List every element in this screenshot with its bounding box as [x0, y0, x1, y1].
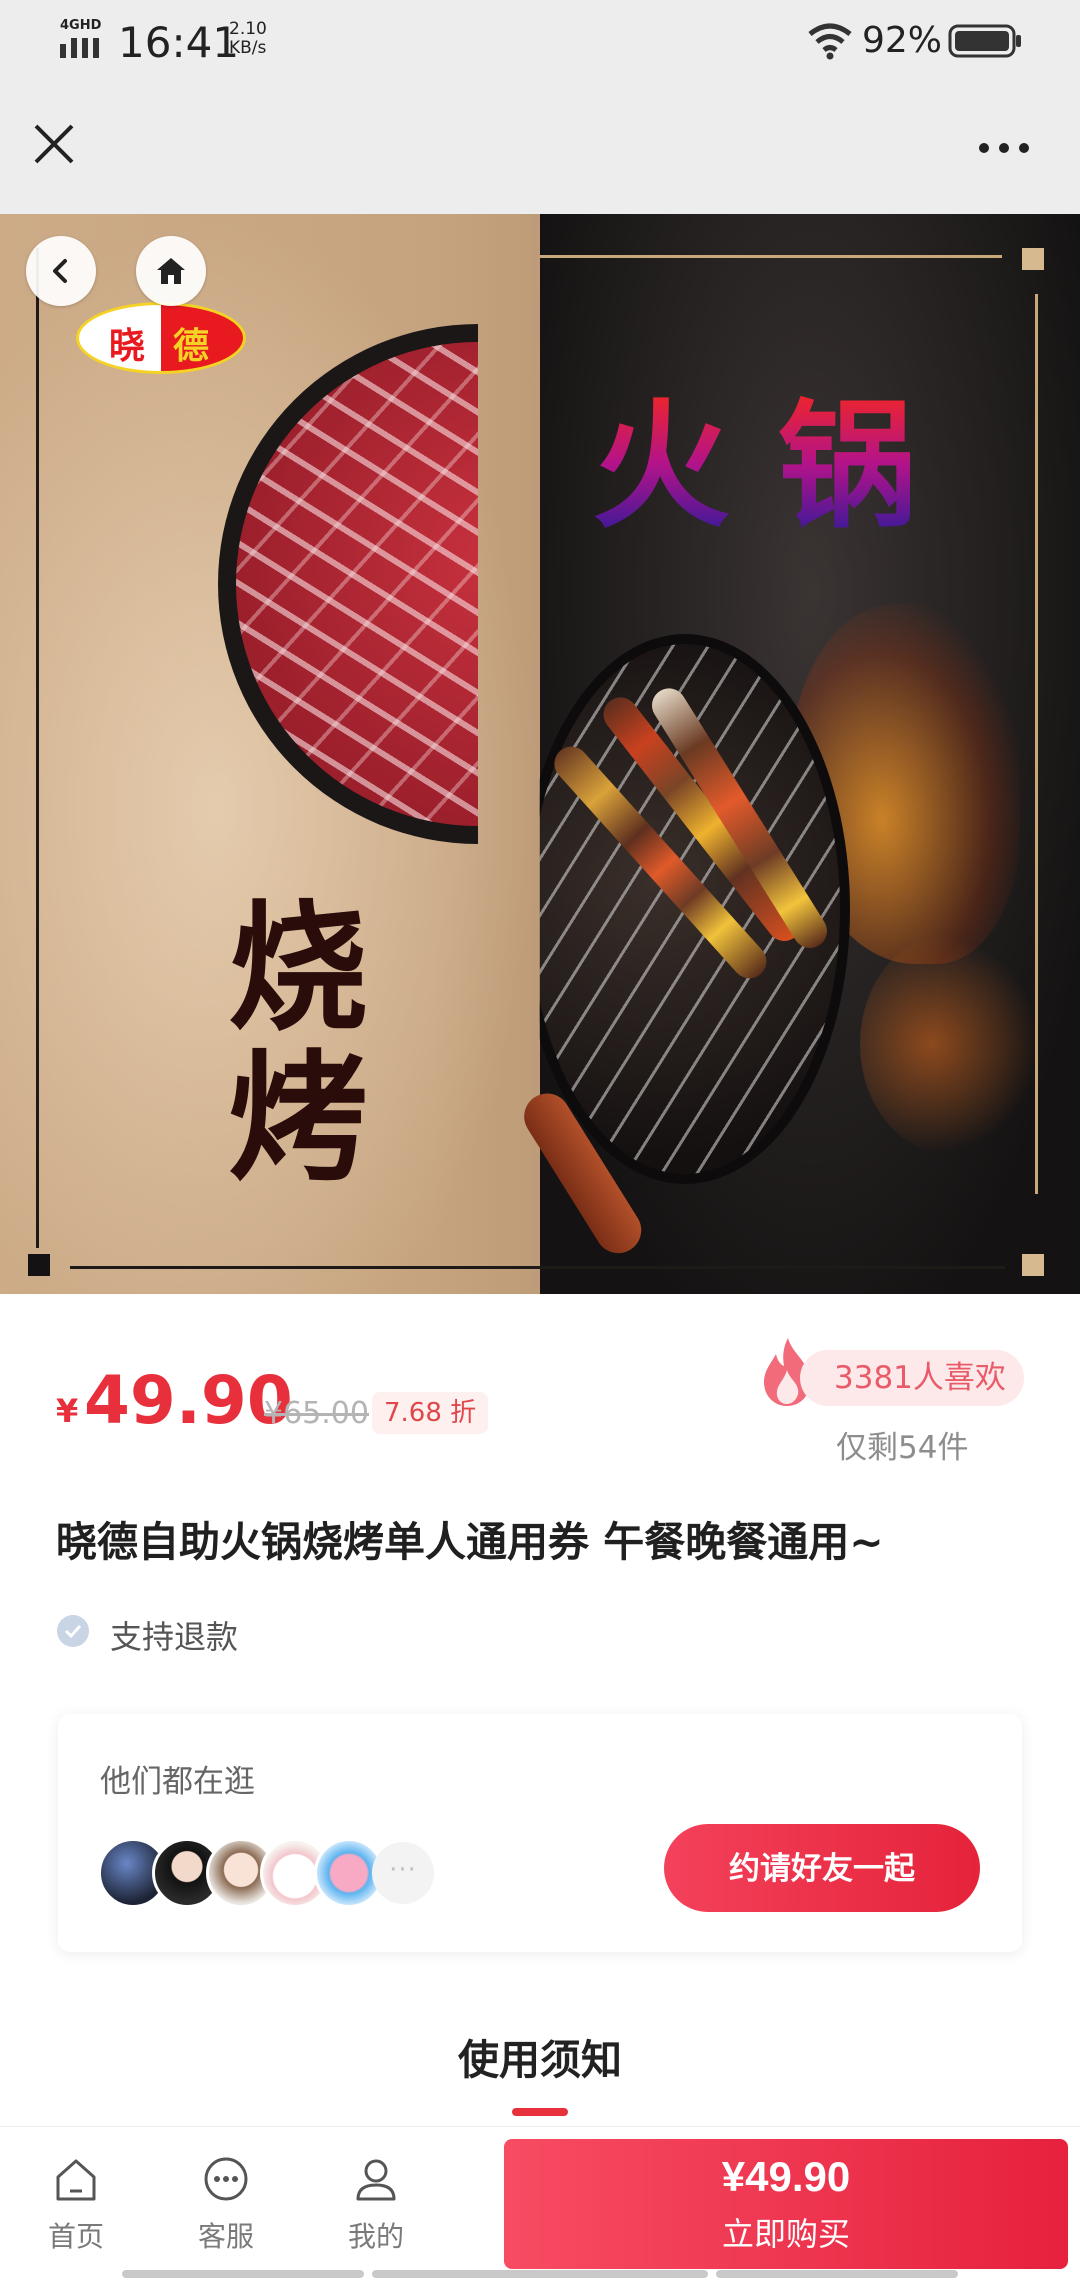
social-card: 他们都在逛 ··· 约请好友一起 [58, 1714, 1022, 1952]
nav-customer-service[interactable]: 客服 [176, 2153, 276, 2263]
buy-now-button[interactable]: ¥49.90 立即购买 [504, 2139, 1068, 2269]
more-avatars-indicator: ··· [372, 1842, 434, 1904]
buy-button-price: ¥49.90 [721, 2153, 851, 2200]
product-hero-image: 晓 德 火锅 烧烤 [0, 214, 1080, 1294]
likes-count: 3381人喜欢 [800, 1350, 1024, 1406]
invite-friends-button[interactable]: 约请好友一起 [664, 1824, 980, 1912]
brand-logo: 晓 德 [76, 302, 246, 374]
product-title: 晓德自助火锅烧烤单人通用券 午餐晚餐通用~ [56, 1518, 884, 1566]
chat-icon [204, 2157, 248, 2201]
brand-logo-char: 德 [173, 326, 210, 367]
system-nav-indicator [372, 2270, 708, 2278]
notice-tab-title[interactable]: 使用须知 [0, 2026, 1080, 2086]
stock-remaining: 仅剩54件 [836, 1430, 969, 1466]
hero-subline: 烧烤 [228, 887, 369, 1201]
nav-home-label: 首页 [47, 2220, 104, 2253]
hero-frame-line [540, 255, 1002, 258]
hero-frame-corner [1022, 1254, 1044, 1276]
speed-unit: KB/s [229, 38, 267, 58]
price-currency: ¥ [56, 1392, 79, 1430]
status-bar: 4GHD 16:41 2.10 KB/s 92% [0, 0, 1080, 84]
home-button[interactable] [136, 236, 206, 306]
hero-frame-line [70, 1266, 1005, 1269]
nav-profile-label: 我的 [347, 2220, 404, 2253]
check-circle-icon [57, 1615, 89, 1647]
signal-icon [60, 38, 99, 58]
speed-value: 2.10 [229, 19, 267, 39]
system-nav-indicator [122, 2270, 364, 2278]
chevron-left-icon [53, 259, 67, 283]
original-price: ¥65.00 [264, 1396, 369, 1431]
hero-frame-corner [28, 1254, 50, 1276]
nav-service-label: 客服 [197, 2220, 254, 2253]
bottom-action-bar: 首页 客服 我的 ¥49.90 立即购买 [0, 2126, 1080, 2280]
refund-label: 支持退款 [110, 1618, 239, 1656]
buy-button-label: 立即购买 [721, 2216, 850, 2252]
hero-headline: 火锅 [592, 354, 964, 554]
title-bar [0, 84, 1080, 214]
home-icon [157, 258, 185, 284]
back-button[interactable] [26, 236, 96, 306]
network-speed: 2.10 KB/s [229, 20, 267, 58]
close-icon[interactable] [32, 122, 76, 166]
wifi-icon [808, 23, 852, 60]
home-icon [56, 2159, 96, 2201]
social-heading: 他们都在逛 [100, 1764, 255, 1800]
price: 49.90 [84, 1362, 293, 1439]
hero-frame-line [36, 248, 39, 1248]
fire-graphic [860, 934, 1040, 1154]
nav-profile[interactable]: 我的 [326, 2153, 426, 2263]
clock: 16:41 [118, 18, 240, 67]
tab-active-indicator [512, 2108, 568, 2116]
more-icon[interactable] [976, 140, 1032, 156]
user-icon [356, 2159, 396, 2201]
brand-logo-char: 晓 [109, 326, 146, 367]
battery-percent: 92% [862, 20, 943, 61]
discount-badge: 7.68 折 [372, 1392, 489, 1434]
battery-icon [948, 24, 1021, 58]
system-nav-indicator [716, 2270, 958, 2278]
hero-frame-corner [1022, 248, 1044, 270]
nav-home[interactable]: 首页 [26, 2153, 126, 2263]
